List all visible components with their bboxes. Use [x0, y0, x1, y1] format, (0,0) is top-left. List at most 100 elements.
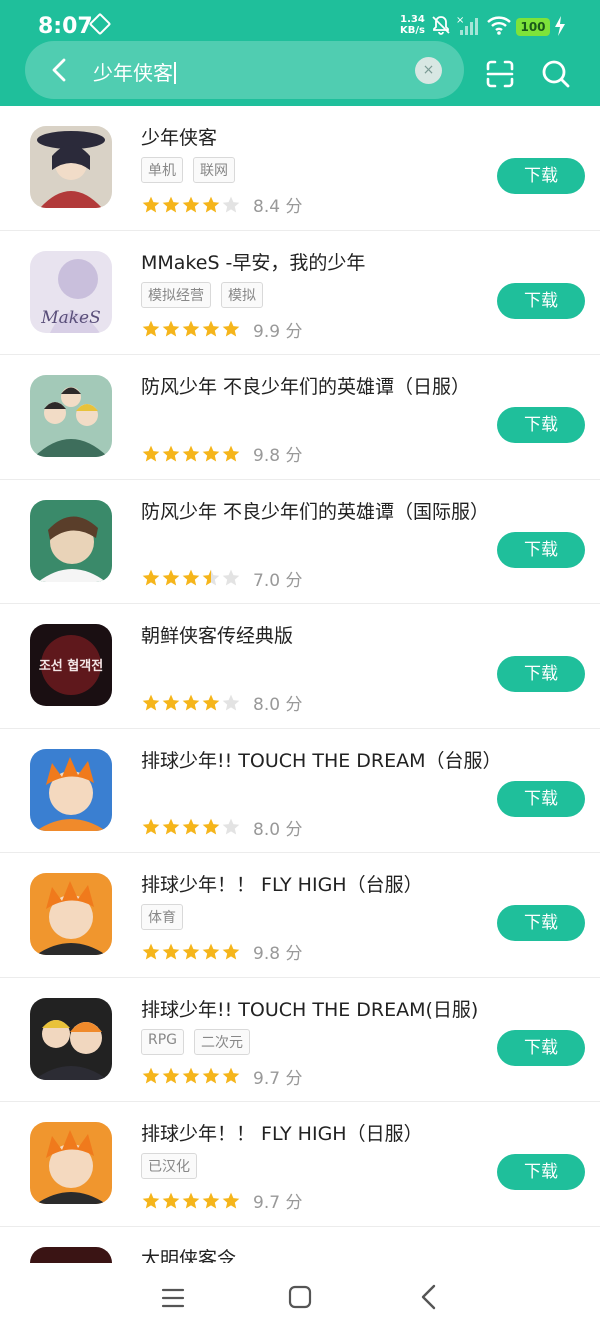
rating-star-icon	[222, 196, 240, 212]
app-name[interactable]: 少年侠客	[141, 123, 217, 150]
result-list[interactable]: 少年侠客 单机 联网 8.4 分下载 MakeS MMakeS -早安，我的少年 模拟经…	[0, 106, 600, 1263]
tag: 模拟	[221, 281, 263, 308]
rating-score: 8.4 分	[253, 197, 303, 217]
list-item[interactable]: 排球少年！！ FLY HIGH（台服） 体育 9.8 分 下载	[0, 853, 600, 978]
tag-list: 体育	[141, 904, 183, 930]
rating-star-icon	[222, 1067, 240, 1084]
search-input[interactable]: 少年侠客	[93, 57, 176, 86]
header: 8:07 1.34 KB/s × 100 少年侠客 ×	[0, 0, 600, 106]
charging-icon	[555, 16, 565, 36]
app-icon-art	[30, 499, 112, 582]
recent-apps-icon[interactable]	[160, 1285, 186, 1311]
list-item[interactable]: 防风少年 不良少年们的英雄谭（国际服） 7.0 分 下载	[0, 480, 600, 604]
rating-star-icon	[222, 569, 240, 586]
rating-star-icon	[162, 1067, 180, 1084]
rating-star-icon	[202, 1067, 220, 1084]
app-name[interactable]: 排球少年!! TOUCH THE DREAM(日服)	[141, 995, 478, 1022]
home-icon[interactable]	[288, 1285, 312, 1309]
tag-list: RPG 二次元	[141, 1028, 251, 1055]
tag: 已汉化	[141, 1153, 197, 1179]
app-icon[interactable]: 조선 협객전	[30, 624, 112, 706]
app-name[interactable]: 排球少年！！ FLY HIGH（台服）	[141, 870, 423, 897]
back-arrow-icon[interactable]	[45, 55, 75, 85]
list-item[interactable]: 大明侠客令	[0, 1227, 600, 1264]
system-nav-bar	[0, 1263, 600, 1333]
app-name[interactable]: 防风少年 不良少年们的英雄谭（国际服）	[141, 497, 489, 524]
rating: 8.0 分	[141, 690, 302, 715]
list-item[interactable]: MakeS MMakeS -早安，我的少年 模拟经营 模拟 9.9 分 下载	[0, 231, 600, 355]
app-icon[interactable]	[30, 375, 112, 457]
rating-star-icon	[162, 320, 180, 337]
rating-star-icon	[162, 818, 180, 835]
clear-search-button[interactable]: ×	[415, 57, 442, 84]
app-name[interactable]: 朝鲜侠客传经典版	[141, 621, 293, 648]
rating-star-icon	[222, 320, 240, 337]
rating-score: 8.0 分	[253, 819, 303, 840]
list-item[interactable]: 조선 협객전 朝鲜侠客传经典版 8.0 分 下载	[0, 604, 600, 729]
rating-star-icon	[182, 1067, 200, 1084]
rating-score: 8.0 分	[253, 695, 303, 715]
battery-indicator: 100	[516, 18, 550, 36]
download-button[interactable]: 下载	[497, 1029, 585, 1066]
rating-star-icon	[142, 569, 160, 586]
app-icon-art	[30, 126, 112, 208]
rating-star-icon	[202, 1192, 220, 1208]
rating-star-icon	[182, 943, 200, 959]
tag: 单机	[141, 157, 183, 183]
rating-star-icon	[162, 445, 180, 461]
tag: 体育	[141, 904, 183, 930]
app-name[interactable]: 排球少年！！ FLY HIGH（日服）	[141, 1119, 423, 1146]
app-icon[interactable]	[30, 873, 112, 955]
download-button[interactable]: 下载	[497, 282, 585, 319]
search-bar[interactable]: 少年侠客 ×	[25, 41, 464, 99]
app-name[interactable]: 大明侠客令	[141, 1244, 236, 1264]
rating: 9.9 分	[141, 317, 302, 342]
app-icon[interactable]	[30, 997, 112, 1080]
download-button[interactable]: 下载	[497, 407, 585, 443]
download-button[interactable]: 下载	[497, 158, 585, 194]
rating-star-icon	[142, 445, 160, 461]
download-button[interactable]: 下载	[497, 905, 585, 941]
rating-star-icon	[182, 445, 200, 461]
wifi-icon	[487, 16, 511, 35]
app-icon[interactable]: MakeS	[30, 250, 112, 333]
app-name[interactable]: 防风少年 不良少年们的英雄谭（日服）	[141, 372, 470, 399]
download-button[interactable]: 下载	[497, 1154, 585, 1190]
rating-star-icon	[182, 694, 200, 710]
rating-star-icon	[202, 694, 220, 710]
app-icon-art	[30, 748, 112, 831]
nav-back-icon[interactable]	[418, 1283, 440, 1311]
download-button[interactable]: 下载	[497, 531, 585, 568]
app-icon[interactable]	[30, 499, 112, 582]
rating-star-icon	[142, 943, 160, 959]
app-icon[interactable]	[30, 126, 112, 208]
rating: 7.0 分	[141, 566, 302, 591]
search-icon[interactable]	[540, 58, 572, 90]
list-item[interactable]: 排球少年!! TOUCH THE DREAM(日服) RPG 二次元 9.7 分 下载	[0, 978, 600, 1102]
download-button[interactable]: 下载	[497, 780, 585, 817]
list-item[interactable]: 少年侠客单机 联网 8.4 分 下载	[0, 106, 600, 231]
scan-icon[interactable]	[484, 58, 516, 90]
tag-list: 已汉化	[141, 1153, 197, 1179]
app-icon[interactable]	[30, 1246, 112, 1263]
rating-star-icon	[182, 818, 200, 835]
download-button[interactable]: 下载	[497, 656, 585, 692]
rating-star-icon	[142, 818, 160, 835]
svg-text:조선 협객전: 조선 협객전	[39, 658, 103, 674]
rating-star-icon	[162, 196, 180, 212]
rating-star-icon	[182, 196, 200, 212]
tag: 模拟经营	[141, 281, 211, 308]
app-name[interactable]: MMakeS -早安，我的少年	[141, 248, 365, 275]
tag-list: 单机 联网	[141, 157, 235, 183]
rating-star-icon	[222, 943, 240, 959]
app-name[interactable]: 排球少年!! TOUCH THE DREAM（台服）	[141, 746, 502, 773]
tag: 联网	[193, 157, 235, 183]
app-icon[interactable]	[30, 1122, 112, 1204]
rating-star-icon	[142, 694, 160, 710]
app-icon[interactable]	[30, 748, 112, 831]
rating-star-icon	[142, 320, 160, 337]
list-item[interactable]: 防风少年 不良少年们的英雄谭（日服） 9.8 分 下载	[0, 355, 600, 480]
list-item[interactable]: 排球少年！！ FLY HIGH（日服） 已汉化 9.7 分 下载	[0, 1102, 600, 1227]
list-item[interactable]: 排球少年!! TOUCH THE DREAM（台服） 8.0 分 下载	[0, 729, 600, 853]
rating-star-icon	[222, 818, 240, 835]
